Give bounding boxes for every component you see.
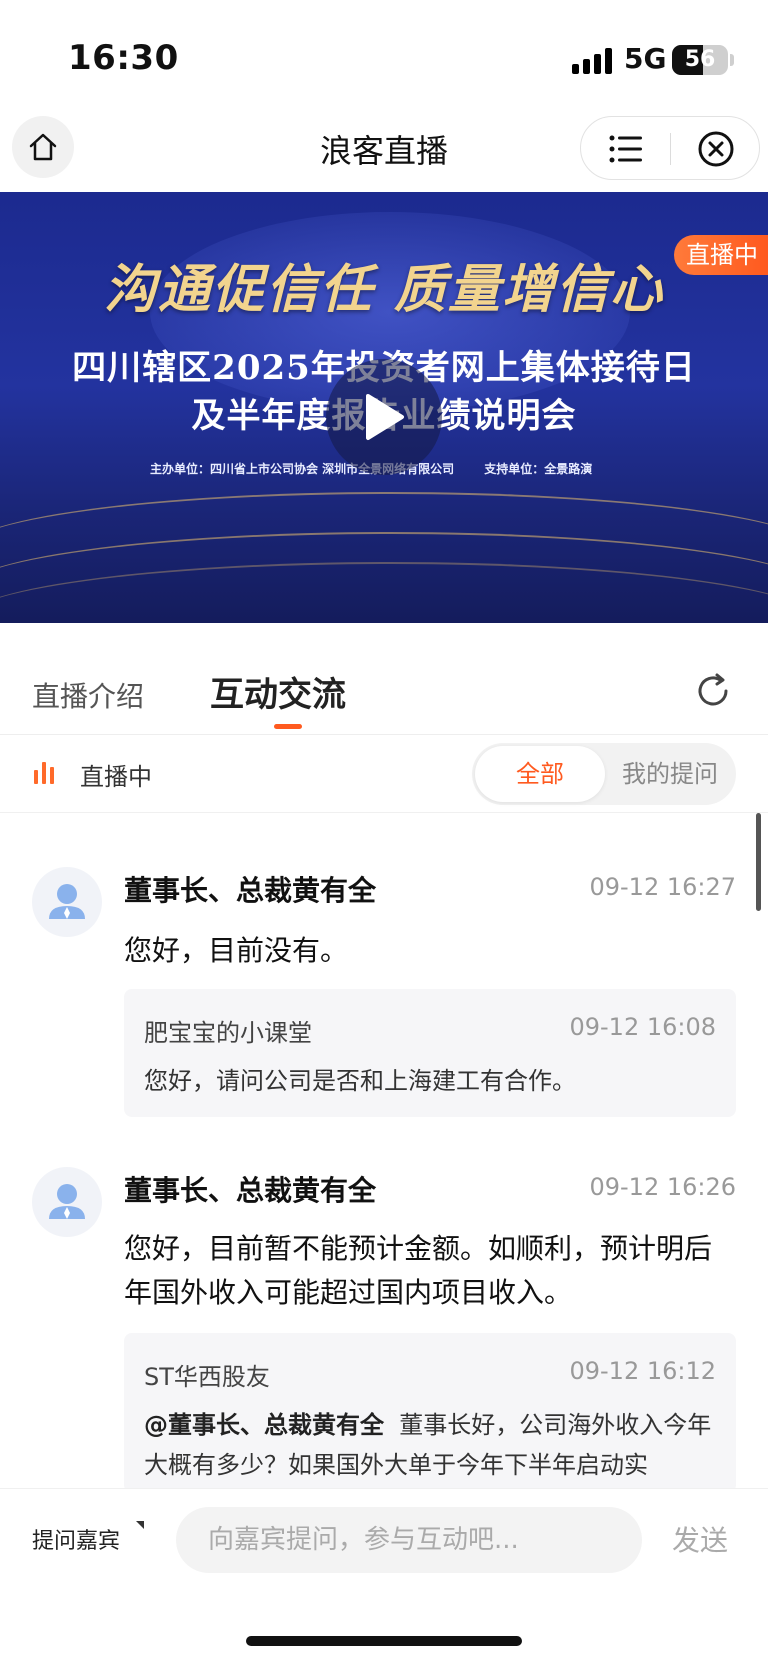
question-time: 09-12 16:12 — [569, 1357, 716, 1385]
live-status-bar: 直播中 全部 我的提问 — [0, 735, 768, 813]
question-quote: ST华西股友 09-12 16:12 @董事长、总裁黄有全 董事长好，公司海外收… — [124, 1333, 736, 1488]
mini-program-capsule — [580, 116, 760, 180]
answer-text: 您好，目前没有。 — [124, 934, 349, 967]
avatar — [32, 1167, 102, 1237]
sender-name: 董事长、总裁黄有全 — [124, 874, 377, 907]
filter-all-button[interactable]: 全部 — [475, 746, 605, 802]
question-input-bar: 提问嘉宾 发送 — [0, 1488, 768, 1592]
question-input[interactable] — [176, 1507, 642, 1573]
question-filter: 全部 我的提问 — [472, 743, 736, 805]
tab-intro[interactable]: 直播介绍 — [32, 675, 144, 715]
menu-list-icon — [609, 135, 642, 163]
answer-text: 您好，目前暂不能预计金额。如顺利，预计明后年国外收入可能超过国内项目收入。 — [124, 1232, 713, 1309]
question-text: @董事长、总裁黄有全 董事长好，公司海外收入今年大概有多少？如果国外大单于今年下… — [144, 1405, 716, 1485]
scrollbar[interactable] — [756, 813, 761, 911]
battery-level: 56 — [684, 47, 716, 72]
battery-tip — [730, 54, 734, 66]
message-list[interactable]: 董事长、总裁黄有全 09-12 16:27 您好，目前没有。 肥宝宝的小课堂 0… — [0, 813, 768, 1488]
question-text: 您好，请问公司是否和上海建工有合作。 — [144, 1061, 716, 1101]
question-mention: @董事长、总裁黄有全 — [144, 1411, 384, 1439]
active-tab-indicator — [274, 724, 302, 729]
nav-bar: 浪客直播 — [0, 110, 768, 192]
question-body: 您好，请问公司是否和上海建工有合作。 — [144, 1067, 576, 1095]
play-icon — [366, 394, 404, 440]
refresh-icon[interactable] — [693, 671, 733, 711]
signal-icon — [572, 48, 616, 74]
person-icon — [49, 884, 85, 919]
question-user: 肥宝宝的小课堂 — [144, 1019, 312, 1047]
live-status-text: 直播中 — [80, 763, 152, 791]
message-time: 09-12 16:27 — [589, 873, 736, 901]
send-button[interactable]: 发送 — [672, 1519, 728, 1559]
question-quote: 肥宝宝的小课堂 09-12 16:08 您好，请问公司是否和上海建工有合作。 — [124, 989, 736, 1117]
sender-name: 董事长、总裁黄有全 — [124, 1174, 377, 1207]
live-badge: 直播中 — [674, 235, 768, 275]
question-user: ST华西股友 — [144, 1363, 270, 1391]
filter-my-questions-button[interactable]: 我的提问 — [605, 746, 735, 802]
dropdown-corner-icon — [136, 1521, 144, 1529]
play-button[interactable] — [326, 359, 442, 475]
tab-interact[interactable]: 互动交流 — [210, 667, 346, 716]
live-bars-icon — [34, 760, 56, 784]
avatar — [32, 867, 102, 937]
network-label: 5G — [624, 42, 667, 75]
question-time: 09-12 16:08 — [569, 1013, 716, 1041]
live-video-banner[interactable]: 沟通促信任 质量增信心 四川辖区2025年投资者网上集体接待日 及半年度报告业绩… — [0, 192, 768, 623]
close-button[interactable] — [671, 117, 761, 181]
close-circle-icon — [698, 131, 734, 167]
banner-headline: 沟通促信任 质量增信心 — [103, 259, 665, 320]
content-tabs: 直播介绍 互动交流 — [0, 623, 768, 735]
person-icon — [49, 1184, 85, 1219]
home-indicator[interactable] — [246, 1636, 522, 1646]
ask-guest-selector[interactable]: 提问嘉宾 — [32, 1523, 120, 1555]
status-bar: 16:30 5G 56 — [0, 0, 768, 110]
support-text: 支持单位：全景路演 — [484, 462, 593, 476]
message-time: 09-12 16:26 — [589, 1173, 736, 1201]
status-time: 16:30 — [68, 38, 179, 78]
menu-button[interactable] — [581, 117, 671, 181]
battery-icon: 56 — [672, 45, 728, 75]
